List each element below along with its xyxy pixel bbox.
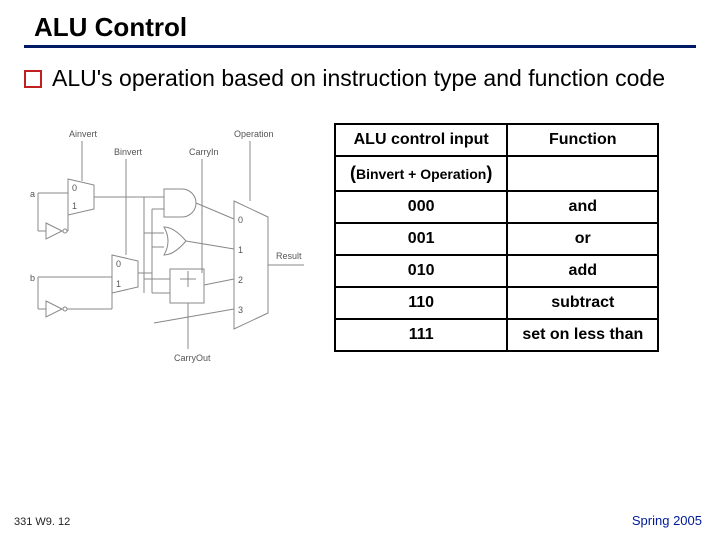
label-operation: Operation (234, 129, 274, 139)
table-subheader-row: (Binvert + Operation) (335, 156, 658, 191)
bullet-text: ALU's operation based on instruction typ… (52, 64, 696, 93)
svg-text:1: 1 (72, 201, 77, 211)
footer-left: 331 W9. 12 (14, 516, 70, 528)
th-input: ALU control input (335, 124, 507, 156)
table-row: 110 subtract (335, 287, 658, 319)
not-a-icon (46, 223, 62, 239)
alu-diagram: Ainvert Operation Binvert CarryIn a 0 1 (24, 123, 314, 378)
alu-table: ALU control input Function (Binvert + Op… (334, 123, 659, 352)
label-b: b (30, 273, 35, 283)
code-cell: 001 (335, 223, 507, 255)
table-row: 000 and (335, 191, 658, 223)
svg-text:2: 2 (238, 275, 243, 285)
subheader-empty (507, 156, 658, 191)
label-result: Result (276, 251, 302, 261)
fn-cell: subtract (507, 287, 658, 319)
subheader-cell: (Binvert + Operation) (335, 156, 507, 191)
svg-text:0: 0 (72, 183, 77, 193)
bullet-row: ALU's operation based on instruction typ… (24, 64, 696, 93)
svg-text:1: 1 (238, 245, 243, 255)
fn-cell: and (507, 191, 658, 223)
table-row: 111 set on less than (335, 319, 658, 351)
and-gate-icon (164, 189, 196, 217)
table-row: 001 or (335, 223, 658, 255)
label-carryout: CarryOut (174, 353, 211, 363)
label-binvert: Binvert (114, 147, 143, 157)
th-function: Function (507, 124, 658, 156)
table-row: 010 add (335, 255, 658, 287)
svg-text:3: 3 (238, 305, 243, 315)
content-row: Ainvert Operation Binvert CarryIn a 0 1 (24, 123, 696, 378)
bullet-square-icon (24, 70, 42, 88)
code-cell: 110 (335, 287, 507, 319)
label-a: a (30, 189, 35, 199)
svg-text:1: 1 (116, 279, 121, 289)
fn-cell: or (507, 223, 658, 255)
table-header-row: ALU control input Function (335, 124, 658, 156)
or-gate-icon (164, 227, 186, 255)
not-b-icon (46, 301, 62, 317)
fn-cell: set on less than (507, 319, 658, 351)
code-cell: 010 (335, 255, 507, 287)
label-carryin: CarryIn (189, 147, 219, 157)
fn-cell: add (507, 255, 658, 287)
code-cell: 111 (335, 319, 507, 351)
svg-text:0: 0 (116, 259, 121, 269)
adder-block (170, 269, 204, 303)
slide: ALU Control ALU's operation based on ins… (0, 0, 720, 540)
footer-right: Spring 2005 (632, 513, 702, 528)
code-cell: 000 (335, 191, 507, 223)
svg-text:0: 0 (238, 215, 243, 225)
label-ainvert: Ainvert (69, 129, 98, 139)
title-underline: ALU Control (24, 12, 696, 48)
slide-title: ALU Control (34, 12, 696, 43)
